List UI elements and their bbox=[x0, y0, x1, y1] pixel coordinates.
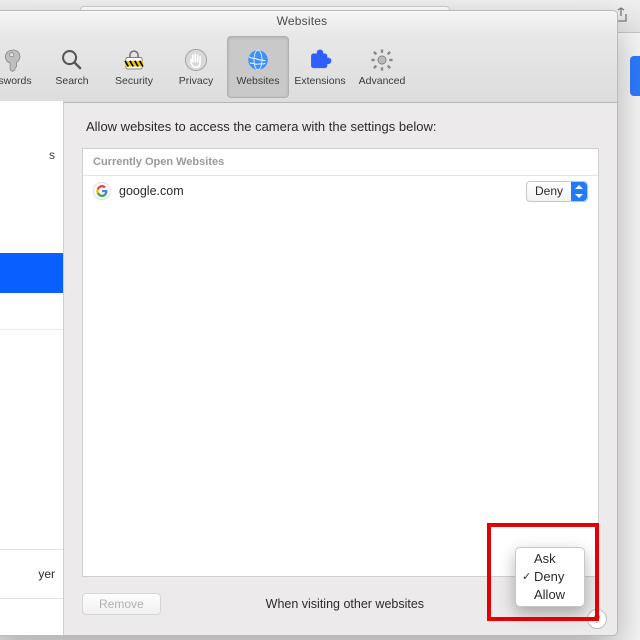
other-websites-label: When visiting other websites bbox=[266, 597, 424, 611]
remove-button[interactable]: Remove bbox=[82, 593, 161, 615]
tab-search[interactable]: Search bbox=[41, 36, 103, 98]
google-favicon-icon bbox=[93, 182, 111, 200]
hand-icon bbox=[183, 47, 209, 73]
background-accent bbox=[630, 56, 640, 96]
website-domain: google.com bbox=[119, 184, 184, 198]
sidebar-item[interactable] bbox=[0, 209, 63, 253]
tab-label: Websites bbox=[237, 75, 280, 87]
tab-label: Security bbox=[115, 75, 153, 87]
chevron-updown-icon bbox=[571, 182, 587, 201]
sidebar-item-selected[interactable] bbox=[0, 253, 63, 293]
tab-advanced[interactable]: Advanced bbox=[351, 36, 413, 98]
preferences-toolbar: swords Search Security Privacy Websites … bbox=[0, 32, 617, 103]
globe-icon bbox=[245, 47, 271, 73]
sidebar-item[interactable]: s bbox=[0, 137, 63, 173]
puzzle-icon bbox=[307, 47, 333, 73]
permission-select[interactable]: Deny bbox=[526, 181, 588, 202]
tab-passwords[interactable]: swords bbox=[0, 36, 41, 98]
key-icon bbox=[2, 47, 28, 73]
tab-label: Search bbox=[55, 75, 88, 87]
preferences-window: Websites swords Search Security Privacy … bbox=[0, 10, 618, 636]
dropdown-option-ask[interactable]: Ask bbox=[520, 550, 580, 568]
tab-security[interactable]: Security bbox=[103, 36, 165, 98]
websites-list: Currently Open Websites google.com Deny bbox=[82, 148, 599, 577]
sidebar-item[interactable]: yer bbox=[0, 549, 63, 598]
instruction-text: Allow websites to access the camera with… bbox=[86, 119, 599, 134]
sidebar-item[interactable] bbox=[0, 101, 63, 137]
website-row[interactable]: google.com Deny bbox=[83, 176, 598, 206]
tab-label: Privacy bbox=[179, 75, 213, 87]
dropdown-option-allow[interactable]: Allow bbox=[520, 586, 580, 604]
category-sidebar: s yer bbox=[0, 101, 64, 635]
search-icon bbox=[59, 47, 85, 73]
tab-label: Advanced bbox=[359, 75, 406, 87]
gear-icon bbox=[369, 47, 395, 73]
tab-extensions[interactable]: Extensions bbox=[289, 36, 351, 98]
permission-value: Deny bbox=[535, 184, 563, 198]
window-title: Websites bbox=[0, 11, 617, 32]
tab-label: Extensions bbox=[294, 75, 345, 87]
permission-dropdown: Ask Deny Allow bbox=[515, 547, 585, 607]
list-header: Currently Open Websites bbox=[83, 149, 598, 176]
sidebar-item[interactable] bbox=[0, 173, 63, 209]
help-button[interactable]: ? bbox=[587, 609, 607, 629]
sidebar-item[interactable] bbox=[0, 293, 63, 329]
tab-websites[interactable]: Websites bbox=[227, 36, 289, 98]
tab-privacy[interactable]: Privacy bbox=[165, 36, 227, 98]
lock-stripe-icon bbox=[121, 47, 147, 73]
dropdown-option-deny[interactable]: Deny bbox=[520, 568, 580, 586]
tab-label: swords bbox=[0, 75, 32, 87]
